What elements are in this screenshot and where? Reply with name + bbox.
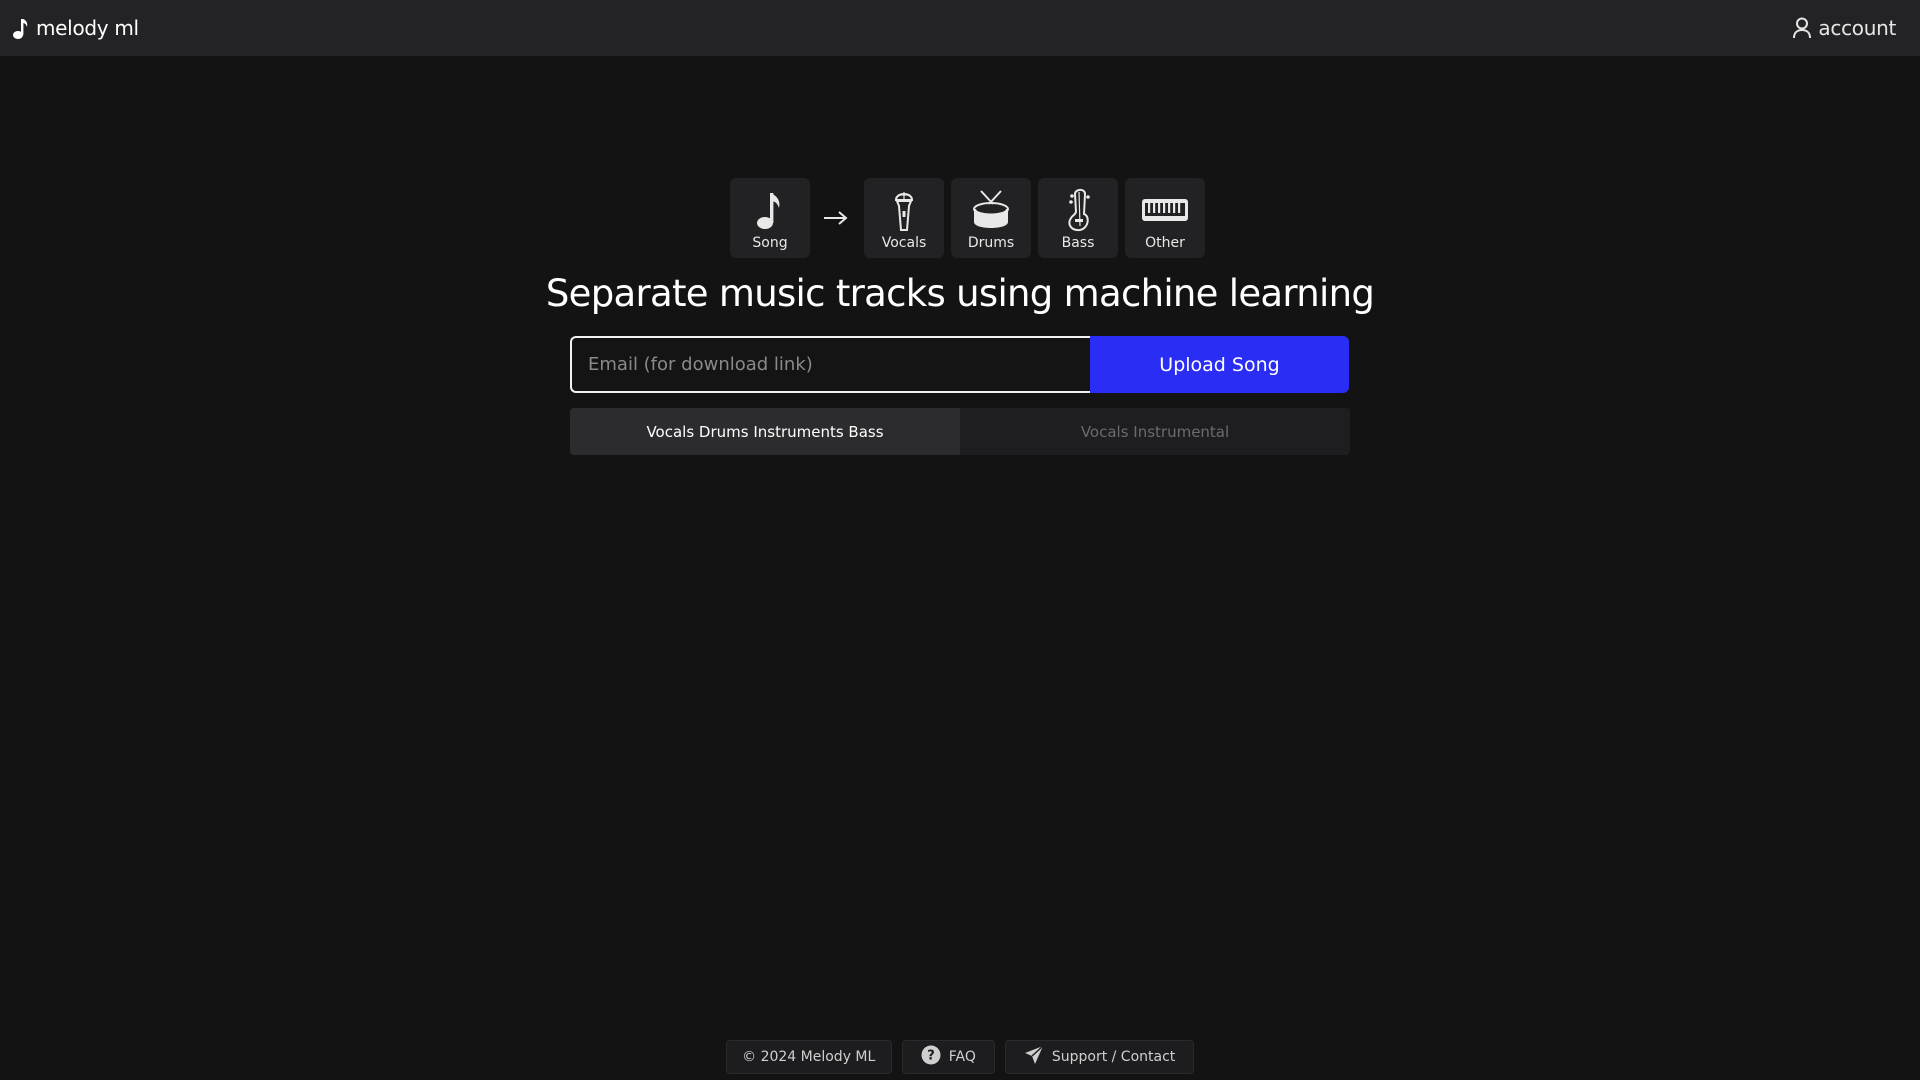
separation-mode-toggle: Vocals Drums Instruments Bass Vocals Ins… [570, 408, 1350, 455]
stem-tile-song: Song [730, 178, 810, 258]
page-title: Separate music tracks using machine lear… [545, 272, 1375, 315]
email-input[interactable] [570, 336, 1090, 393]
brand-name: melody ml [36, 16, 139, 40]
copyright-text: © 2024 Melody ML [742, 1049, 876, 1065]
faq-label: FAQ [948, 1049, 976, 1065]
svg-text:?: ? [927, 1049, 935, 1064]
upload-song-button[interactable]: Upload Song [1090, 336, 1349, 393]
microphone-icon [890, 187, 918, 233]
stem-tile-bass: Bass [1038, 178, 1118, 258]
footer: © 2024 Melody ML ? FAQ Support / Contact [0, 1040, 1920, 1074]
arrow-right-icon [815, 178, 857, 258]
stem-tile-vocals: Vocals [864, 178, 944, 258]
brand-link[interactable]: melody ml [12, 16, 139, 40]
keyboard-icon [1141, 187, 1189, 233]
support-label: Support / Contact [1051, 1049, 1176, 1065]
music-note-icon [12, 16, 30, 40]
account-link[interactable]: account [1792, 16, 1896, 40]
top-bar: melody ml account [0, 0, 1920, 56]
user-icon [1792, 17, 1812, 39]
drum-icon [971, 187, 1011, 233]
account-label: account [1818, 16, 1896, 40]
music-note-icon [755, 187, 785, 233]
stem-label: Other [1145, 235, 1185, 251]
stem-tile-drums: Drums [951, 178, 1031, 258]
upload-form: Upload Song [570, 336, 1349, 393]
support-contact-link[interactable]: Support / Contact [1004, 1040, 1195, 1074]
stem-label: Bass [1061, 235, 1095, 251]
faq-link[interactable]: ? FAQ [901, 1040, 995, 1074]
stem-label: Song [752, 235, 788, 251]
mode-option-two-stems[interactable]: Vocals Instrumental [960, 408, 1350, 455]
stem-tile-other: Other [1125, 178, 1205, 258]
stem-diagram: Song Vocals Drums Bass Other [730, 178, 1205, 258]
question-circle-icon: ? [921, 1045, 941, 1069]
paper-plane-icon [1024, 1045, 1044, 1069]
bass-guitar-icon [1063, 187, 1093, 233]
stem-label: Vocals [881, 235, 927, 251]
copyright-badge: © 2024 Melody ML [725, 1040, 892, 1074]
mode-option-four-stems[interactable]: Vocals Drums Instruments Bass [570, 408, 960, 455]
stem-label: Drums [967, 235, 1015, 251]
